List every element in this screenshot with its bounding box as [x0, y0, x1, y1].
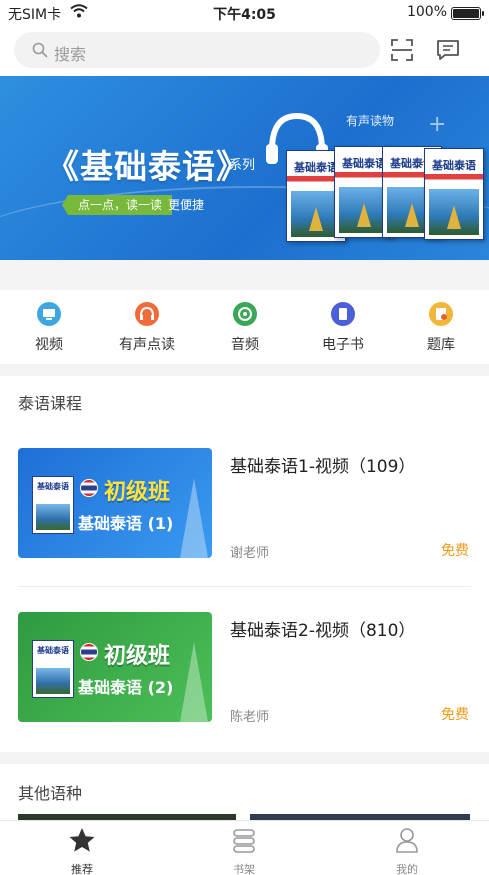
banner-slogan-suffix: 更便捷 [168, 198, 205, 212]
star-icon [69, 828, 95, 852]
thai-courses-section: 泰语课程 基础泰语 初级班 基础泰语 (1) 基础泰语1-视频（109） 谢老师… [0, 376, 489, 752]
audio-icon [233, 302, 257, 326]
category-question-bank[interactable]: 题库 [406, 302, 476, 354]
course-thumbnail: 基础泰语 初级班 基础泰语 (1) [18, 448, 212, 558]
category-label: 题库 [427, 337, 455, 353]
course-name: 基础泰语1-视频（109） [230, 457, 416, 477]
header: 搜索 [0, 26, 489, 76]
banner-book: 基础泰语 [424, 148, 484, 240]
banner-series-label: 系列 [229, 158, 256, 173]
category-ebook[interactable]: 电子书 [308, 302, 378, 354]
question-bank-icon [429, 302, 453, 326]
tab-label: 我的 [396, 863, 418, 875]
section-title: 其他语种 [18, 784, 83, 803]
category-bar: 视频 有声点读 音频 电子书 题库 [0, 290, 489, 364]
thai-flag-icon [80, 643, 98, 661]
course-price: 免费 [441, 543, 469, 559]
search-icon [32, 42, 48, 58]
category-video[interactable]: 视频 [14, 302, 84, 354]
course-level: 初级班 [104, 480, 171, 505]
thai-flag-icon [80, 479, 98, 497]
thumb-course-name: 基础泰语 (2) [78, 678, 174, 697]
course-teacher: 谢老师 [230, 546, 270, 561]
course-level: 初级班 [104, 644, 171, 669]
other-languages-section: 其他语种 [0, 764, 489, 820]
category-audio[interactable]: 音频 [210, 302, 280, 354]
plus-decoration-icon: + [428, 112, 447, 137]
divider [18, 586, 471, 587]
status-bar: 无SIM卡 下午4:05 100% [0, 0, 489, 26]
ebook-icon [331, 302, 355, 326]
tab-profile[interactable]: 我的 [367, 825, 447, 875]
thumb-book-title: 基础泰语 [37, 482, 69, 491]
bookshelf-icon [233, 829, 255, 853]
section-title: 泰语课程 [18, 394, 83, 413]
category-label: 电子书 [322, 337, 364, 353]
course-thumbnail: 基础泰语 初级班 基础泰语 (2) [18, 612, 212, 722]
course-item[interactable]: 基础泰语 初级班 基础泰语 (2) 基础泰语2-视频（810） 陈老师 免费 [0, 602, 489, 766]
tab-recommend[interactable]: 推荐 [42, 825, 122, 875]
tab-bar: 推荐 书架 我的 [0, 820, 489, 875]
course-price: 免费 [441, 707, 469, 723]
search-placeholder: 搜索 [54, 45, 87, 64]
tab-label: 书架 [233, 863, 255, 875]
category-label: 有声点读 [119, 337, 175, 353]
course-item[interactable]: 基础泰语 初级班 基础泰语 (1) 基础泰语1-视频（109） 谢老师 免费 [0, 438, 489, 602]
banner-title: 《基础泰语》 [46, 147, 250, 186]
audio-reader-icon [135, 302, 159, 326]
search-input[interactable]: 搜索 [14, 32, 380, 68]
message-icon[interactable] [435, 38, 461, 62]
banner-slogan: 点一点，读一读 [61, 195, 173, 215]
course-name: 基础泰语2-视频（810） [230, 621, 416, 641]
promo-banner[interactable]: + 有声读物 基础泰语 基础泰语 基础泰语 基础泰语 《基础泰语》 系列 点一点… [0, 76, 489, 260]
category-audio-reader[interactable]: 有声点读 [112, 302, 182, 354]
category-label: 音频 [231, 337, 259, 353]
battery-percentage: 100% [406, 4, 447, 20]
thumb-course-name: 基础泰语 (1) [78, 514, 174, 533]
video-icon [37, 302, 61, 326]
thumb-book-title: 基础泰语 [37, 646, 69, 655]
category-label: 视频 [35, 337, 63, 353]
tab-label: 推荐 [71, 863, 93, 875]
profile-icon [396, 828, 418, 853]
course-teacher: 陈老师 [230, 710, 270, 725]
banner-book-title: 基础泰语 [432, 159, 476, 172]
tab-bookshelf[interactable]: 书架 [204, 825, 284, 875]
battery-icon [451, 7, 484, 20]
scan-icon[interactable] [390, 38, 414, 62]
banner-audio-tag: 有声读物 [346, 114, 395, 128]
